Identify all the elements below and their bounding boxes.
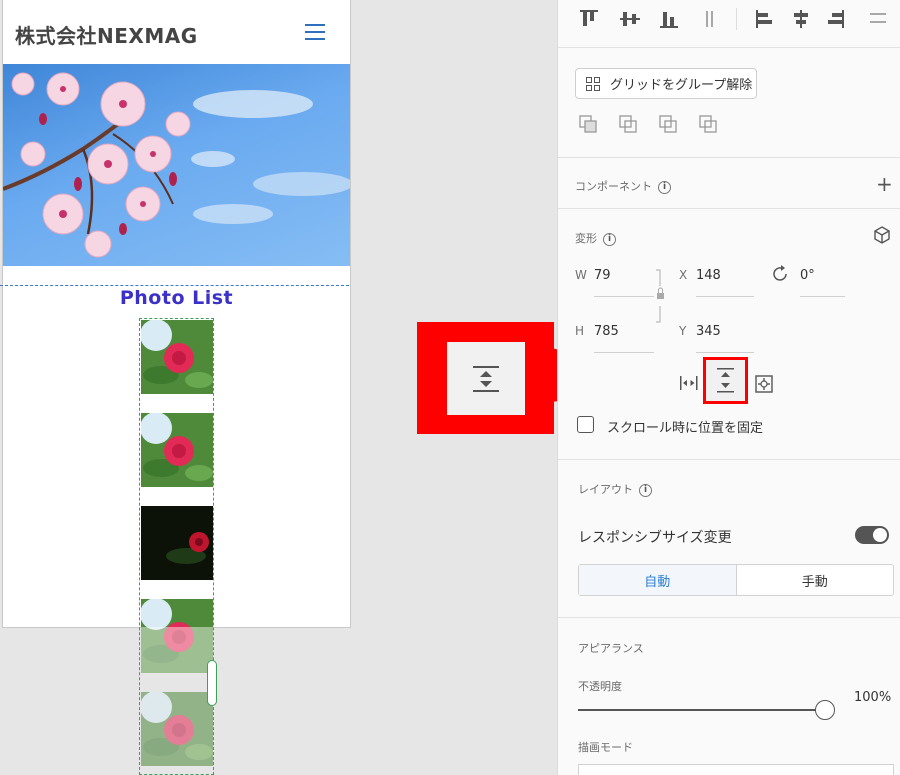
zoom-callout	[417, 322, 554, 434]
guide-line	[0, 285, 349, 286]
opacity-label: 不透明度	[578, 680, 622, 693]
y-label: Y	[679, 324, 687, 338]
width-label: W	[575, 268, 587, 282]
resize-handle[interactable]	[207, 660, 217, 706]
property-inspector: グリッドをグループ解除 コンポーネント i + 変形 i W 79 X 148 0°…	[557, 0, 900, 775]
resize-mode-segmented[interactable]: 自動 手動	[578, 564, 894, 596]
info-icon[interactable]: i	[639, 483, 652, 497]
3d-transform-cube-icon[interactable]	[872, 225, 892, 245]
blend-mode-select[interactable]	[578, 764, 894, 775]
boolean-ops-icons[interactable]	[578, 114, 728, 136]
rotate-icon	[773, 265, 787, 281]
height-label: H	[575, 324, 585, 338]
opacity-slider-track[interactable]	[578, 709, 826, 711]
width-value[interactable]: 79	[594, 268, 611, 283]
mode-manual-button[interactable]: 手動	[737, 565, 894, 595]
grid-icon	[586, 76, 600, 91]
thumbnail-camellia-4[interactable]	[141, 692, 213, 766]
lock-aspect-icon[interactable]	[654, 268, 666, 324]
fixed-height-button[interactable]	[703, 357, 748, 404]
info-icon[interactable]: i	[658, 180, 671, 194]
align-toolbar[interactable]	[578, 8, 900, 30]
layout-heading: レイアウト i	[578, 481, 652, 497]
hamburger-menu-icon[interactable]	[305, 24, 325, 40]
add-component-plus-icon[interactable]: +	[876, 172, 893, 196]
photo-grid-selection[interactable]	[139, 318, 214, 775]
company-name: 株式会社NEXMAG	[15, 24, 198, 48]
blend-mode-label: 描画モード	[578, 741, 633, 754]
thumbnail-camellia-3[interactable]	[141, 599, 213, 673]
opacity-slider-thumb[interactable]	[815, 700, 835, 720]
hero-image[interactable]	[3, 64, 350, 266]
appearance-heading: アピアランス	[578, 642, 644, 655]
fix-position-label: スクロール時に位置を固定	[607, 421, 764, 436]
x-label: X	[679, 268, 688, 282]
fix-position-checkbox[interactable]	[577, 416, 594, 433]
y-value[interactable]: 345	[696, 324, 721, 339]
height-value[interactable]: 785	[594, 324, 619, 339]
transform-heading: 変形 i	[575, 230, 616, 246]
responsive-resize-label: レスポンシブサイズ変更	[578, 530, 732, 546]
component-heading: コンポーネント i	[575, 178, 671, 194]
photo-list-title: Photo List	[119, 287, 234, 309]
x-value[interactable]: 148	[696, 268, 721, 283]
cherry-blossom-photo	[3, 72, 350, 258]
fixed-height-icon	[717, 368, 734, 393]
pin-constraints-icon[interactable]	[754, 374, 776, 394]
info-icon[interactable]: i	[603, 232, 616, 246]
ungroup-grid-button[interactable]: グリッドをグループ解除	[575, 68, 757, 99]
site-header: 株式会社NEXMAG	[3, 0, 350, 64]
thumbnail-camellia-1[interactable]	[141, 320, 213, 394]
mode-auto-button[interactable]: 自動	[579, 565, 737, 595]
opacity-value[interactable]: 100%	[854, 690, 891, 705]
ungroup-grid-label: グリッドをグループ解除	[610, 78, 753, 93]
rotation-value[interactable]: 0°	[800, 268, 815, 283]
zoomed-fixed-height-icon	[447, 342, 525, 415]
thumbnail-camellia-2[interactable]	[141, 413, 213, 487]
thumbnail-rose-dark[interactable]	[141, 506, 213, 580]
responsive-resize-toggle[interactable]	[855, 526, 889, 544]
